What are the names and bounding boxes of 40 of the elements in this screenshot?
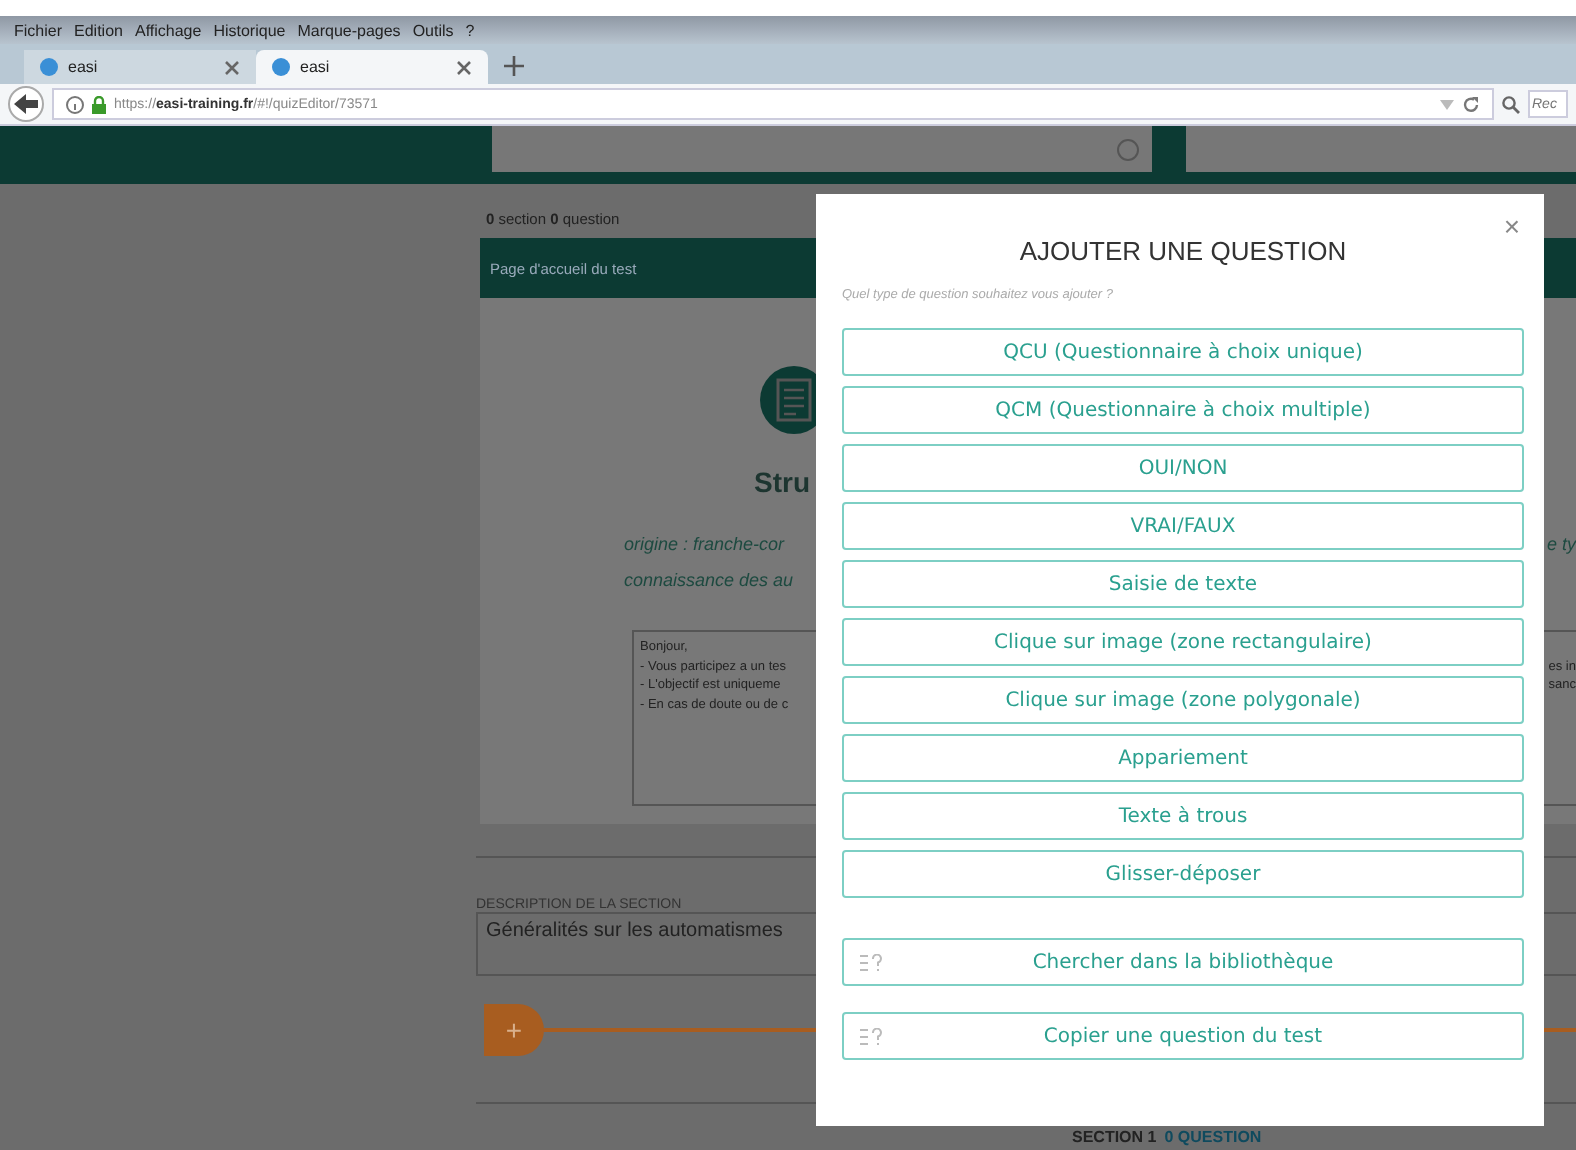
question-type-button[interactable]: OUI/NON <box>842 444 1524 492</box>
question-type-button[interactable]: Glisser-déposer <box>842 850 1524 898</box>
add-button[interactable]: + <box>484 1004 544 1056</box>
test-title: Stru <box>754 466 810 502</box>
question-type-button[interactable]: Clique sur image (zone polygonale) <box>842 676 1524 724</box>
question-type-button[interactable]: Texte à trous <box>842 792 1524 840</box>
menu-item[interactable]: Historique <box>213 21 286 39</box>
description-text: origine : franche-cor <box>622 532 785 558</box>
menu-item[interactable]: Edition <box>74 21 123 39</box>
question-type-button[interactable]: VRAI/FAUX <box>842 502 1524 550</box>
description-text: connaissance des au <box>622 568 794 594</box>
new-tab-icon[interactable] <box>504 56 524 76</box>
menu-item[interactable]: ? <box>465 21 475 39</box>
menu-item[interactable]: Outils <box>412 21 454 39</box>
menu-item[interactable]: Affichage <box>134 21 202 39</box>
close-icon[interactable] <box>224 59 240 75</box>
question-type-button[interactable]: QCM (Questionnaire à choix multiple) <box>842 386 1524 434</box>
question-type-button[interactable]: Appariement <box>842 734 1524 782</box>
dialog-title: AJOUTER UNE QUESTION <box>1017 236 1349 266</box>
menu-item[interactable]: Fichier <box>14 21 63 39</box>
info-icon <box>66 95 84 113</box>
list-question-icon <box>860 1027 884 1045</box>
search-icon <box>1502 95 1520 113</box>
circle-icon <box>1116 137 1140 161</box>
close-button[interactable]: × <box>1503 210 1520 242</box>
menu-item[interactable]: Marque-pages <box>297 21 401 39</box>
list-question-icon <box>860 953 884 971</box>
back-icon[interactable] <box>8 86 44 122</box>
lock-icon <box>92 95 106 113</box>
question-type-button[interactable]: Saisie de texte <box>842 560 1524 608</box>
close-icon[interactable] <box>456 59 472 75</box>
browser-tab[interactable]: easi <box>24 50 256 84</box>
library-button[interactable]: Copier une question du test <box>842 1012 1524 1060</box>
reload-icon[interactable] <box>1462 95 1480 113</box>
library-button[interactable]: Chercher dans la bibliothèque <box>842 938 1524 986</box>
question-type-button[interactable]: Clique sur image (zone rectangulaire) <box>842 618 1524 666</box>
question-count: 0 QUESTION <box>1164 1128 1262 1146</box>
section-heading: SECTION 1 <box>1072 1128 1157 1146</box>
browser-tab[interactable]: easi <box>256 50 488 84</box>
question-type-button[interactable]: QCU (Questionnaire à choix unique) <box>842 328 1524 376</box>
